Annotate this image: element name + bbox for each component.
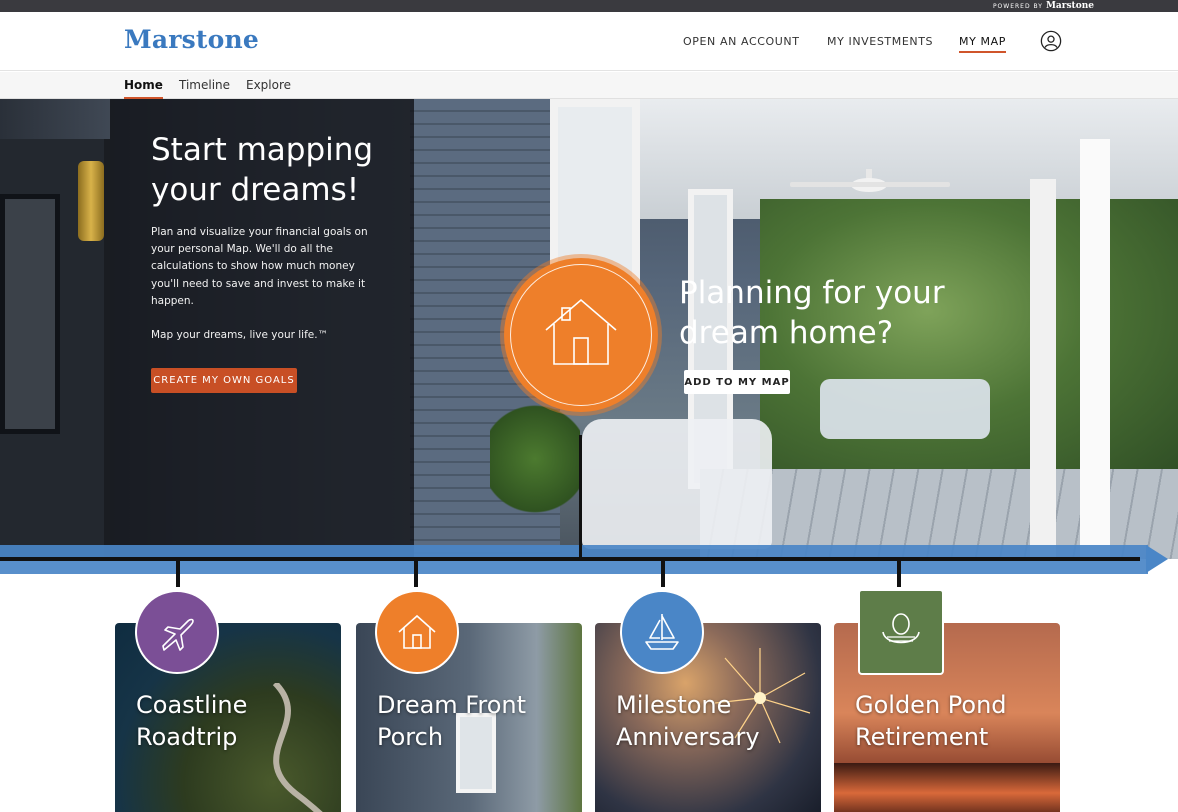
ceiling-fan-icon <box>790 169 950 192</box>
timeline-tick <box>897 559 901 587</box>
timeline-arrow <box>1146 545 1168 573</box>
sunset-lake-decor <box>834 763 1060 812</box>
nav-my-investments[interactable]: MY INVESTMENTS <box>827 35 933 48</box>
timeline-line <box>0 557 1140 561</box>
potted-plant <box>490 399 580 519</box>
goal-badge-roadtrip[interactable] <box>135 590 219 674</box>
door-glass <box>0 194 60 434</box>
porch-post-2 <box>1080 139 1110 559</box>
sailboat-icon <box>645 614 679 650</box>
tab-home[interactable]: Home <box>124 78 163 100</box>
hero-description: Plan and visualize your financial goals … <box>151 226 368 307</box>
sub-navigation: Home Timeline Explore <box>0 72 1178 100</box>
nest-egg-icon <box>882 613 920 644</box>
goal-card-title: Coastline Roadtrip <box>136 691 248 751</box>
goal-badge-porch[interactable] <box>375 590 459 674</box>
wicker-chair <box>582 419 772 549</box>
goal-card-title: Dream Front Porch <box>377 691 527 751</box>
timeline-stem <box>579 435 582 559</box>
nav-open-account[interactable]: OPEN AN ACCOUNT <box>683 35 800 48</box>
nav-my-map[interactable]: MY MAP <box>959 35 1006 53</box>
house-icon <box>398 614 436 649</box>
goal-badge-anniversary[interactable] <box>620 590 704 674</box>
door-hinge <box>78 161 104 241</box>
hero-title: Start mapping your dreams! <box>151 132 374 208</box>
front-door <box>0 139 110 559</box>
house-icon <box>545 298 617 365</box>
marstone-logo[interactable]: Marstone <box>124 25 259 54</box>
tab-explore[interactable]: Explore <box>246 78 291 92</box>
goal-card-title: Milestone Anniversary <box>616 691 760 751</box>
user-profile-icon[interactable] <box>1040 30 1062 52</box>
powered-by-label: POWERED BY Marstone <box>992 1 1094 11</box>
goal-badge-retirement[interactable] <box>858 589 944 675</box>
goal-card-title: Golden Pond Retirement <box>855 691 1007 751</box>
timeline-tick <box>176 559 180 587</box>
create-goals-button[interactable]: CREATE MY OWN GOALS <box>151 368 297 393</box>
airplane-icon <box>162 618 194 651</box>
porch-post <box>1030 179 1056 559</box>
porch-swing <box>820 379 990 439</box>
top-strip: POWERED BY Marstone <box>0 0 1178 12</box>
dream-home-badge[interactable] <box>504 258 658 412</box>
timeline-tick <box>661 559 665 587</box>
site-header: Marstone OPEN AN ACCOUNT MY INVESTMENTS … <box>0 12 1178 71</box>
feature-title: Planning for your dream home? <box>679 275 945 351</box>
add-to-map-button[interactable]: ADD TO MY MAP <box>684 370 790 394</box>
timeline-tick <box>414 559 418 587</box>
tab-timeline[interactable]: Timeline <box>179 78 230 92</box>
hero-motto: Map your dreams, live your life.™ <box>151 329 329 341</box>
